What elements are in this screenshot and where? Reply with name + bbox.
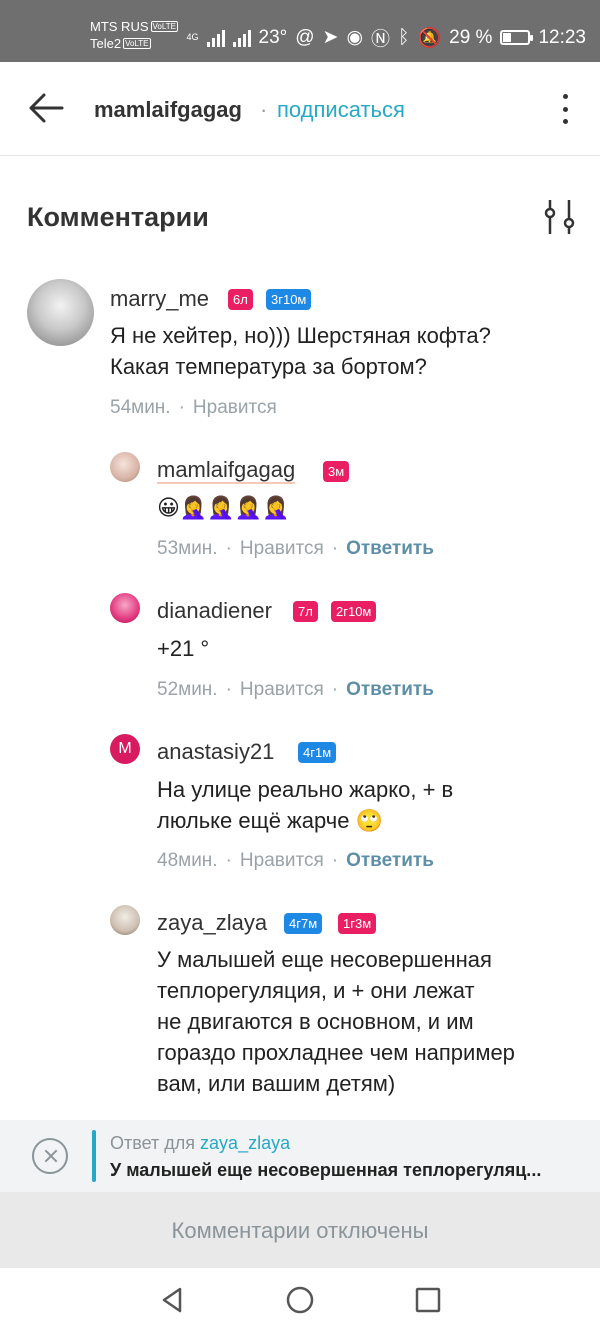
like-button[interactable]: Нравится [240,538,324,559]
comment-meta: 48мин. · Нравится · Ответить [157,850,434,871]
badge: 3г10м [266,289,312,310]
status-bar: MTS RUS VoLTE Tele2 VoLTE 4G 23° @ ➤ ◉ Ⓝ ᛒ… [0,0,600,62]
like-button[interactable]: Нравится [240,679,324,700]
reply-preview-text: У малышей еще несовершенная теплорегуляц… [110,1160,542,1180]
comment-text: +21 ° [157,636,210,661]
more-options-icon[interactable] [560,94,570,124]
header-username[interactable]: mamlaifgagag [94,97,242,123]
nav-home-icon[interactable] [284,1284,316,1316]
avatar[interactable]: M [110,734,140,764]
comment-meta: 54мин. · Нравится [110,397,277,418]
reply-indicator [92,1130,96,1182]
comment-username[interactable]: zaya_zlaya [157,910,267,936]
battery-text: 29 % [449,26,493,48]
reply-to-name: zaya_zlaya [200,1133,291,1153]
like-button[interactable]: Нравится [193,397,277,418]
comment-time: 52мин. [157,679,218,700]
badge: 2г10м [331,601,377,622]
status-icons: 4G 23° @ ➤ ◉ Ⓝ ᛒ 🔕 29 % 12:23 [186,24,586,51]
comment-time: 54мин. [110,397,171,418]
badge: 1г3м [338,913,377,934]
badge: 6л [228,289,253,310]
comment-meta: 52мин. · Нравится · Ответить [157,679,434,700]
network-type: 4G [186,32,199,42]
volte-badge: VoLTE [123,38,151,49]
system-nav-bar [0,1268,600,1332]
carrier-1: MTS RUS [90,19,149,34]
close-icon[interactable] [32,1138,68,1174]
temperature-text: 23° [258,26,288,48]
subscribe-button[interactable]: подписаться [277,97,405,123]
reply-to-label: Ответ для zaya_zlaya [110,1133,290,1154]
carrier-info: MTS RUS VoLTE Tele2 VoLTE [90,18,178,52]
badge: 7л [293,601,318,622]
battery-icon [500,30,534,45]
telegram-icon: ➤ [322,27,339,48]
comment-username[interactable]: dianadiener [157,598,272,624]
comment-text: У малышей еще несовершенная теплорегуляц… [157,947,515,1096]
back-arrow-icon[interactable] [26,90,66,126]
volte-badge: VoLTE [150,21,178,32]
signal-icon [206,29,225,47]
comment-username[interactable]: anastasiy21 [157,739,274,765]
reply-button[interactable]: Ответить [346,538,434,559]
comment-text: 😀🤦‍♀️🤦‍♀️🤦‍♀️🤦‍♀️ [157,495,290,520]
comments-title: Комментарии [27,202,209,232]
badge: 3м [323,461,350,482]
badge: 4г1м [298,742,337,763]
avatar[interactable] [110,593,140,623]
reply-button[interactable]: Ответить [346,850,434,871]
reply-to-prefix: Ответ для [110,1133,196,1153]
nav-back-icon[interactable] [156,1284,188,1316]
reply-button[interactable]: Ответить [346,679,434,700]
eye-icon: ◉ [346,27,364,48]
comment-text: Я не хейтер, но))) Шерстяная кофта? Кака… [110,323,491,379]
comments-disabled-bar: Комментарии отключены [0,1192,600,1268]
app-header: mamlaifgagag · подписаться [0,62,600,156]
mute-icon: 🔕 [417,27,442,49]
like-button[interactable]: Нравится [240,850,324,871]
comment-time: 48мин. [157,850,218,871]
at-icon: @ [295,26,315,48]
comment-time: 53мин. [157,538,218,559]
avatar[interactable] [27,279,94,346]
signal-2-icon [232,29,251,47]
carrier-2: Tele2 [90,36,122,51]
filter-icon[interactable] [540,198,580,236]
badge: 4г7м [284,913,323,934]
comments-disabled-text: Комментарии отключены [171,1218,429,1243]
reply-bar: Ответ для zaya_zlaya У малышей еще несов… [0,1120,600,1192]
header-separator: · [260,97,268,122]
comment-meta: 53мин. · Нравится · Ответить [157,538,434,559]
nfc-icon: Ⓝ [371,29,391,50]
avatar[interactable] [110,905,140,935]
comment-username[interactable]: mamlaifgagag [157,458,296,484]
nav-recents-icon[interactable] [412,1284,444,1316]
bluetooth-icon: ᛒ [398,26,410,48]
clock: 12:23 [538,26,586,48]
comment-text: На улице реально жарко, + в люльке ещё ж… [157,777,454,833]
avatar[interactable] [110,452,140,482]
comment-username[interactable]: marry_me [110,286,209,312]
